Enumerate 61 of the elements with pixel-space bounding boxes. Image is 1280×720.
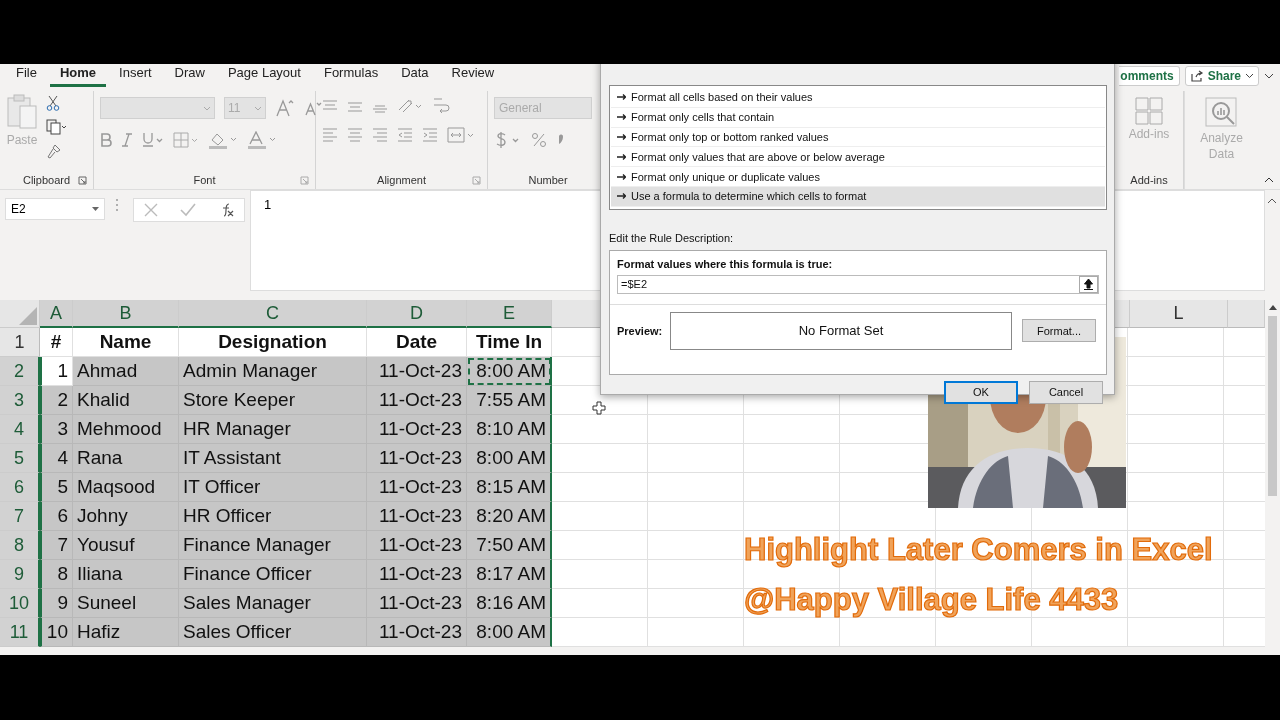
group-label: Clipboard [22, 174, 71, 186]
table-cell: 3 [40, 415, 73, 444]
formula-label: Format values where this formula is true: [617, 257, 834, 270]
table-cell: 11-Oct-23 [367, 415, 467, 444]
preview-box: No Format Set [670, 311, 1012, 350]
table-cell: Hafiz [73, 618, 179, 647]
table-cell: 8:00 AM [467, 444, 552, 473]
table-cell: Maqsood [73, 473, 179, 502]
table-cell: 2 [40, 386, 73, 415]
table-cell: 7:50 AM [467, 531, 552, 560]
table-cell: 8:16 AM [467, 589, 552, 618]
table-cell: Johny [73, 502, 179, 531]
table-cell: Ahmad [73, 357, 179, 386]
table-cell: IT Assistant [179, 444, 367, 473]
table-cell: 8:10 AM [467, 415, 552, 444]
section-label: Edit the Rule Description: [609, 231, 735, 244]
table-cell: Iliana [73, 560, 179, 589]
table-cell: IT Officer [179, 473, 367, 502]
table-cell: 9 [40, 589, 73, 618]
table-cell: Rana [73, 444, 179, 473]
table-cell: Yousuf [73, 531, 179, 560]
preview-label: Preview: [617, 324, 664, 337]
group-label: Alignment [377, 174, 426, 186]
table-cell: 8:17 AM [467, 560, 552, 589]
table-cell: 11-Oct-23 [367, 357, 467, 386]
table-cell: Store Keeper [179, 386, 367, 415]
table-cell: 8:00 AM [467, 357, 552, 386]
table-cell: 7:55 AM [467, 386, 552, 415]
table-cell: 8 [40, 560, 73, 589]
table-cell: 10 [40, 618, 73, 647]
table-cell: 11-Oct-23 [367, 618, 467, 647]
group-label: Number [528, 174, 568, 186]
table-cell: 8:20 AM [467, 502, 552, 531]
table-cell: 5 [40, 473, 73, 502]
table-cell: Mehmood [73, 415, 179, 444]
table-cell: Suneel [73, 589, 179, 618]
table-cell: 7 [40, 531, 73, 560]
table-cell: 8:15 AM [467, 473, 552, 502]
table-cell: Sales Officer [179, 618, 367, 647]
table-cell: 11-Oct-23 [367, 531, 467, 560]
table-cell: 4 [40, 444, 73, 473]
table-cell: HR Manager [179, 415, 367, 444]
table-cell: 11-Oct-23 [367, 473, 467, 502]
video-caption: @Happy Village Life 4433 [744, 582, 1119, 618]
table-cell: 11-Oct-23 [367, 386, 467, 415]
table-cell: Finance Officer [179, 560, 367, 589]
table-cell: HR Officer [179, 502, 367, 531]
table-cell: 6 [40, 502, 73, 531]
table-cell: Khalid [73, 386, 179, 415]
table-cell: Sales Manager [179, 589, 367, 618]
group-label: Add-ins [1130, 174, 1168, 186]
table-cell: 11-Oct-23 [367, 560, 467, 589]
table-cell: 8:00 AM [467, 618, 552, 647]
table-cell: 11-Oct-23 [367, 444, 467, 473]
table-cell: 11-Oct-23 [367, 502, 467, 531]
table-cell: 1 [40, 357, 73, 386]
table-cell: Admin Manager [179, 357, 367, 386]
table-cell: Finance Manager [179, 531, 367, 560]
group-label: Font [193, 174, 216, 186]
video-caption: Highlight Later Comers in Excel [744, 532, 1213, 568]
table-cell: 11-Oct-23 [367, 589, 467, 618]
